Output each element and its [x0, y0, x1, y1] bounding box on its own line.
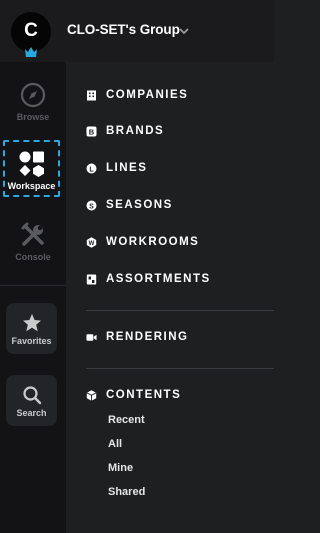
menu-companies[interactable]: COMPANIES [86, 87, 188, 103]
building-icon [86, 90, 97, 101]
contents-shared[interactable]: Shared [108, 486, 145, 498]
compass-icon [20, 82, 46, 108]
menu-contents[interactable]: CONTENTS [86, 387, 181, 403]
menu-seasons[interactable]: S SEASONS [86, 197, 173, 213]
contents-mine[interactable]: Mine [108, 462, 133, 474]
contents-all[interactable]: All [108, 438, 122, 450]
menu-rendering-label: RENDERING [106, 331, 189, 343]
menu-brands[interactable]: B BRANDS [86, 123, 164, 139]
menu-brands-label: BRANDS [106, 125, 165, 137]
menu-workrooms-label: WORKROOMS [106, 236, 200, 248]
rail-console-label: Console [15, 252, 51, 262]
rail-workspace-label: Workspace [7, 181, 56, 191]
menu-assortments-label: ASSORTMENTS [106, 273, 211, 285]
rail-divider [0, 285, 66, 286]
group-name[interactable]: CLO-SET's Group [67, 22, 180, 37]
menu-divider [86, 310, 274, 311]
group-avatar[interactable]: C [11, 12, 51, 57]
rail-search[interactable]: Search [6, 375, 57, 426]
star-icon [22, 314, 41, 332]
workroom-icon: W [86, 236, 97, 248]
menu-contents-label: CONTENTS [106, 389, 182, 401]
menu-rendering[interactable]: RENDERING [86, 329, 189, 345]
rail-workspace[interactable]: Workspace [3, 140, 60, 197]
rail-console[interactable]: Console [0, 222, 66, 262]
tools-icon [21, 222, 44, 246]
assortment-icon [86, 274, 97, 285]
workspace-icon [19, 151, 44, 177]
menu-divider [86, 368, 274, 369]
chevron-down-icon[interactable] [178, 26, 190, 36]
svg-text:L: L [89, 166, 94, 173]
rail-favorites-label: Favorites [11, 336, 52, 346]
line-icon: L [86, 163, 97, 174]
crown-icon [25, 47, 37, 57]
rail-search-label: Search [16, 408, 47, 418]
contents-recent[interactable]: Recent [108, 414, 145, 426]
menu-lines[interactable]: L LINES [86, 160, 147, 176]
rail-favorites[interactable]: Favorites [6, 303, 57, 354]
season-icon: S [86, 200, 97, 211]
menu-lines-label: LINES [106, 162, 148, 174]
svg-text:S: S [89, 203, 94, 210]
menu-companies-label: COMPANIES [106, 89, 189, 101]
brand-icon: B [86, 126, 97, 137]
menu-workrooms[interactable]: W WORKROOMS [86, 234, 199, 250]
search-icon [22, 386, 41, 405]
menu-seasons-label: SEASONS [106, 199, 173, 211]
left-rail: Browse Workspace Console Favorites Searc… [0, 62, 66, 533]
menu-assortments[interactable]: ASSORTMENTS [86, 271, 211, 287]
svg-text:W: W [89, 241, 95, 247]
rail-browse[interactable]: Browse [0, 82, 66, 122]
svg-text:B: B [89, 127, 95, 136]
contents-cube-icon [86, 389, 97, 401]
video-camera-icon [86, 332, 97, 343]
group-header: C CLO-SET's Group [0, 0, 274, 62]
rail-browse-label: Browse [16, 112, 50, 122]
avatar-letter: C [24, 19, 38, 41]
